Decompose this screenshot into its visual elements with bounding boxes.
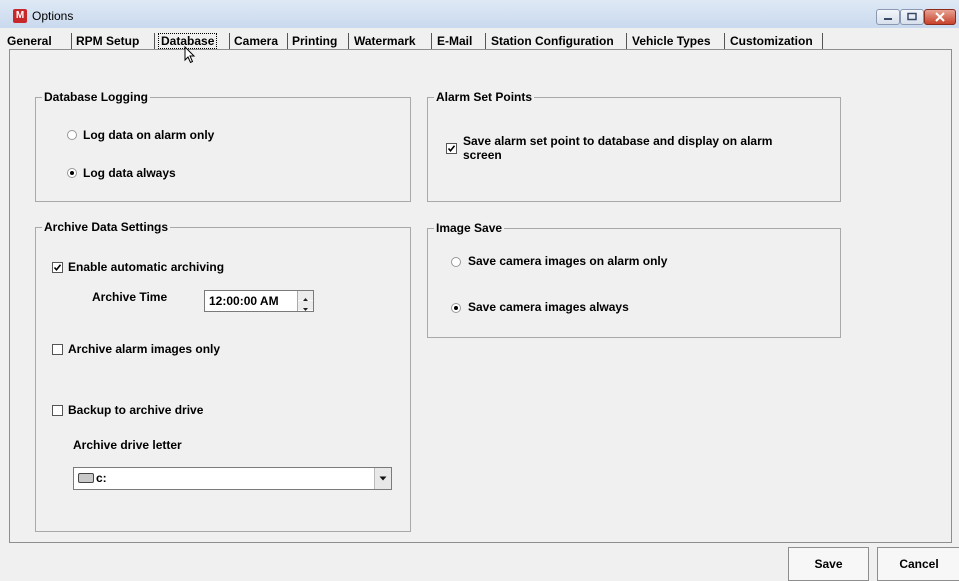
maximize-button[interactable]	[900, 9, 924, 25]
window-title: Options	[32, 9, 74, 23]
database-logging-group: Database Logging	[35, 90, 411, 202]
checkmark-icon	[53, 264, 62, 272]
log-always-label[interactable]: Log data always	[83, 166, 176, 180]
database-logging-title: Database Logging	[42, 90, 151, 104]
close-icon	[935, 12, 945, 22]
archive-alarm-images-checkbox[interactable]	[52, 344, 63, 355]
tab-general[interactable]: General	[7, 34, 52, 48]
archive-time-picker[interactable]: 12:00:00 AM	[204, 290, 314, 312]
save-button[interactable]: Save	[788, 547, 869, 581]
title-bar: M Options	[0, 0, 959, 29]
save-images-alarm-only-label[interactable]: Save camera images on alarm only	[468, 254, 667, 268]
save-alarm-set-point-label-line1[interactable]: Save alarm set point to database and dis…	[463, 134, 772, 148]
tab-separator	[287, 33, 288, 49]
save-alarm-set-point-checkbox[interactable]	[446, 143, 457, 154]
save-images-always-radio[interactable]	[451, 303, 461, 313]
spin-up-button[interactable]	[298, 291, 313, 301]
mouse-cursor-icon	[184, 46, 196, 64]
drive-icon	[78, 473, 94, 483]
tab-camera[interactable]: Camera	[234, 34, 278, 48]
archive-drive-letter-label: Archive drive letter	[73, 438, 182, 452]
log-alarm-only-label[interactable]: Log data on alarm only	[83, 128, 214, 142]
tab-email[interactable]: E-Mail	[437, 34, 472, 48]
archive-time-label: Archive Time	[92, 290, 168, 304]
tab-separator	[485, 33, 486, 49]
archive-drive-select[interactable]: c:	[73, 467, 392, 490]
tab-separator	[229, 33, 230, 49]
tab-separator	[154, 33, 155, 49]
app-icon: M	[13, 9, 27, 23]
tab-separator	[822, 33, 823, 49]
save-images-alarm-only-radio[interactable]	[451, 257, 461, 267]
maximize-icon	[907, 12, 917, 21]
backup-archive-drive-checkbox[interactable]	[52, 405, 63, 416]
archive-alarm-images-label[interactable]: Archive alarm images only	[68, 342, 220, 356]
spin-down-icon	[303, 308, 308, 311]
tab-vehicle-types[interactable]: Vehicle Types	[632, 34, 711, 48]
backup-archive-drive-label[interactable]: Backup to archive drive	[68, 403, 203, 417]
save-images-always-label[interactable]: Save camera images always	[468, 300, 629, 314]
tab-printing[interactable]: Printing	[292, 34, 337, 48]
image-save-group: Image Save	[427, 221, 841, 338]
enable-archiving-label[interactable]: Enable automatic archiving	[68, 260, 224, 274]
close-button[interactable]	[924, 9, 956, 25]
tab-separator	[431, 33, 432, 49]
tab-separator	[626, 33, 627, 49]
archive-time-value[interactable]: 12:00:00 AM	[209, 294, 279, 308]
image-save-title: Image Save	[434, 221, 505, 235]
tab-separator	[724, 33, 725, 49]
drive-dropdown-button[interactable]	[374, 468, 391, 489]
cancel-button[interactable]: Cancel	[877, 547, 959, 581]
tab-customization[interactable]: Customization	[730, 34, 813, 48]
log-always-radio[interactable]	[67, 168, 77, 178]
tab-rpm-setup[interactable]: RPM Setup	[76, 34, 139, 48]
dropdown-arrow-icon	[379, 476, 387, 481]
save-alarm-set-point-label-line2[interactable]: screen	[463, 148, 502, 162]
tab-station-configuration[interactable]: Station Configuration	[491, 34, 614, 48]
archive-data-settings-title: Archive Data Settings	[42, 220, 171, 234]
tab-separator	[71, 33, 72, 49]
alarm-set-points-title: Alarm Set Points	[434, 90, 535, 104]
archive-drive-value[interactable]: c:	[96, 471, 107, 485]
tab-separator	[348, 33, 349, 49]
minimize-icon	[884, 18, 892, 20]
archive-time-spinner[interactable]	[297, 291, 313, 311]
checkmark-icon	[447, 145, 456, 153]
options-window: M Options General RPM Setup Database Cam…	[0, 0, 959, 581]
tab-watermark[interactable]: Watermark	[354, 34, 416, 48]
spin-down-button[interactable]	[298, 301, 313, 311]
enable-archiving-checkbox[interactable]	[52, 262, 63, 273]
log-alarm-only-radio[interactable]	[67, 130, 77, 140]
minimize-button[interactable]	[876, 9, 900, 25]
